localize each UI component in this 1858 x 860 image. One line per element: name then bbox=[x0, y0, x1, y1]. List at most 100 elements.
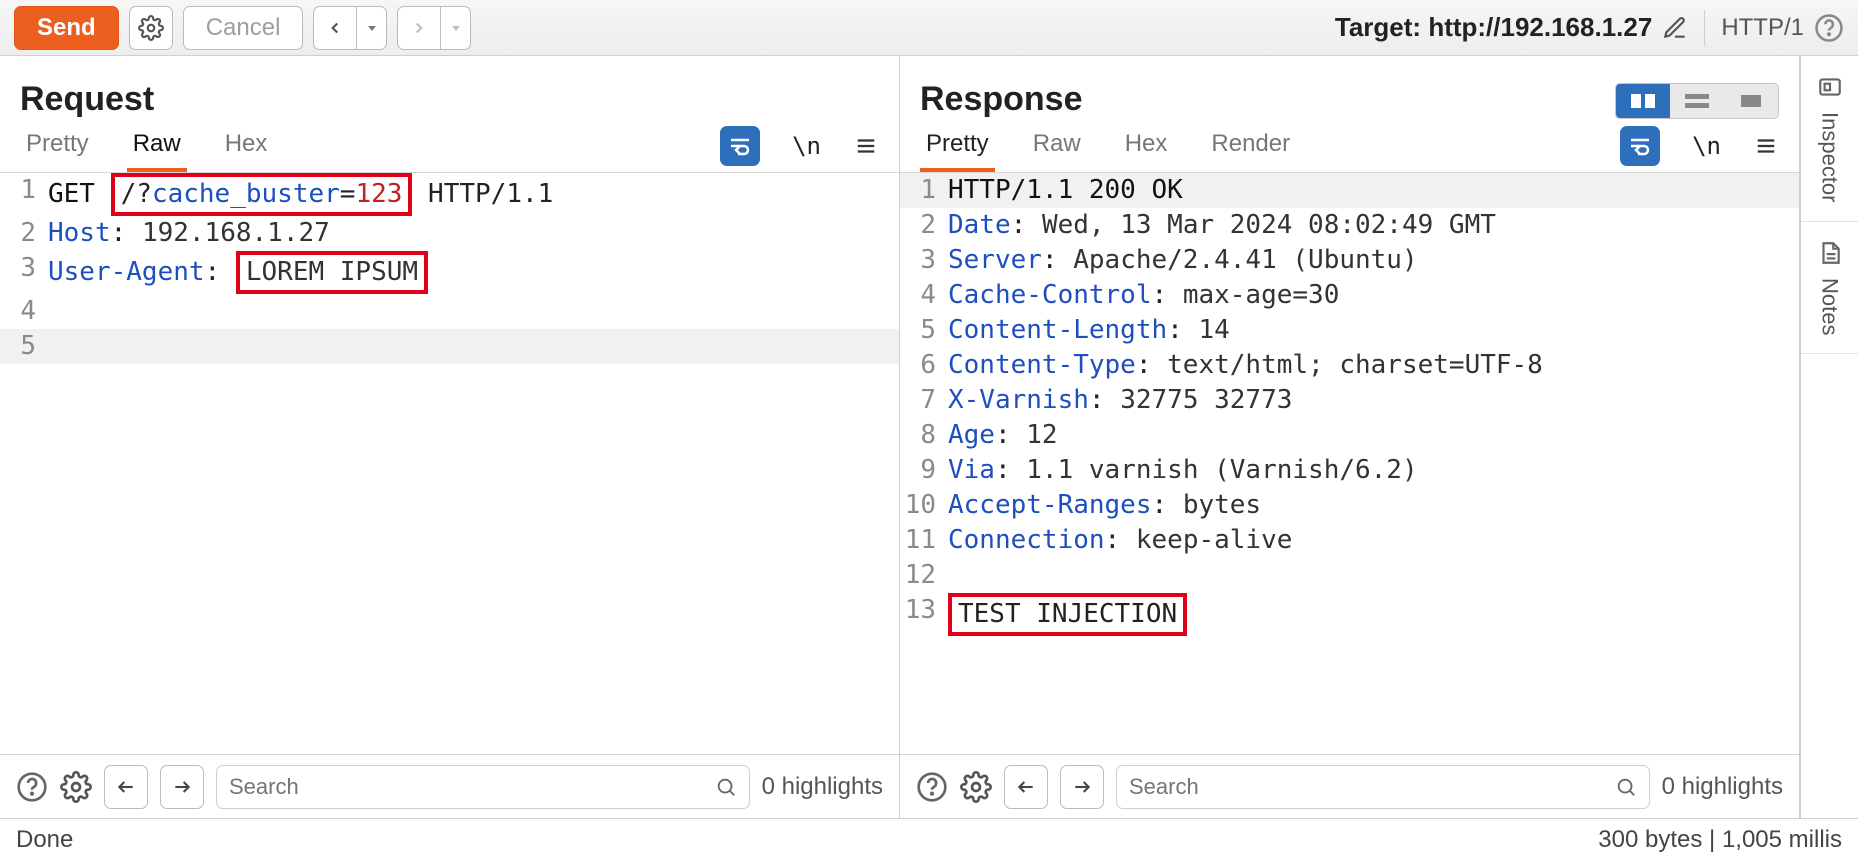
layout-columns-icon[interactable] bbox=[1616, 84, 1670, 118]
code-line[interactable]: 2Date: Wed, 13 Mar 2024 08:02:49 GMT bbox=[900, 208, 1799, 243]
line-code[interactable]: Content-Length: 14 bbox=[948, 313, 1799, 348]
line-code[interactable]: Date: Wed, 13 Mar 2024 08:02:49 GMT bbox=[948, 208, 1799, 243]
code-line[interactable]: 6Content-Type: text/html; charset=UTF-8 bbox=[900, 348, 1799, 383]
notes-tab[interactable]: Notes bbox=[1801, 222, 1858, 354]
search-icon bbox=[715, 776, 737, 798]
newline-label[interactable]: \n bbox=[1692, 132, 1721, 160]
tab-render[interactable]: Render bbox=[1205, 120, 1296, 172]
wrap-toggle[interactable] bbox=[720, 126, 760, 166]
history-back-button[interactable] bbox=[313, 6, 357, 50]
search-next-button[interactable] bbox=[160, 765, 204, 809]
code-line[interactable]: 5Content-Length: 14 bbox=[900, 313, 1799, 348]
top-toolbar: Send Cancel Target: http://192.168.1.27 … bbox=[0, 0, 1858, 56]
code-line[interactable]: 1GET /?cache_buster=123 HTTP/1.1 bbox=[0, 173, 899, 216]
divider bbox=[1704, 10, 1705, 46]
tab-hex[interactable]: Hex bbox=[219, 120, 274, 172]
code-line[interactable]: 4 bbox=[0, 294, 899, 329]
history-forward-button[interactable] bbox=[397, 6, 441, 50]
line-code[interactable]: TEST INJECTION bbox=[948, 593, 1799, 636]
code-line[interactable]: 8Age: 12 bbox=[900, 418, 1799, 453]
help-icon[interactable] bbox=[16, 771, 48, 803]
code-line[interactable]: 7X-Varnish: 32775 32773 bbox=[900, 383, 1799, 418]
settings-button[interactable] bbox=[129, 6, 173, 50]
response-tabs: Pretty Raw Hex Render \n bbox=[900, 119, 1799, 173]
search-prev-button[interactable] bbox=[104, 765, 148, 809]
tab-pretty[interactable]: Pretty bbox=[920, 120, 995, 172]
code-line[interactable]: 12 bbox=[900, 558, 1799, 593]
line-code[interactable]: Via: 1.1 varnish (Varnish/6.2) bbox=[948, 453, 1799, 488]
request-search[interactable] bbox=[216, 765, 750, 809]
line-code[interactable]: HTTP/1.1 200 OK bbox=[948, 173, 1799, 208]
cancel-button[interactable]: Cancel bbox=[183, 6, 304, 50]
response-editor[interactable]: 1HTTP/1.1 200 OK2Date: Wed, 13 Mar 2024 … bbox=[900, 173, 1799, 754]
send-button[interactable]: Send bbox=[14, 6, 119, 50]
line-code[interactable]: Cache-Control: max-age=30 bbox=[948, 278, 1799, 313]
line-code[interactable]: Connection: keep-alive bbox=[948, 523, 1799, 558]
arrow-left-icon bbox=[116, 777, 136, 797]
history-forward-menu[interactable] bbox=[441, 6, 471, 50]
line-code[interactable]: Accept-Ranges: bytes bbox=[948, 488, 1799, 523]
newline-label[interactable]: \n bbox=[792, 132, 821, 160]
tab-hex[interactable]: Hex bbox=[1119, 120, 1174, 172]
hamburger-icon[interactable] bbox=[1753, 135, 1779, 157]
line-code[interactable] bbox=[48, 329, 899, 364]
line-code[interactable]: Age: 12 bbox=[948, 418, 1799, 453]
line-code[interactable]: X-Varnish: 32775 32773 bbox=[948, 383, 1799, 418]
line-code[interactable]: Server: Apache/2.4.41 (Ubuntu) bbox=[948, 243, 1799, 278]
gear-icon[interactable] bbox=[960, 771, 992, 803]
layout-toggle[interactable] bbox=[1615, 83, 1779, 119]
line-code[interactable] bbox=[948, 558, 1799, 593]
line-code[interactable] bbox=[48, 294, 899, 329]
history-back-menu[interactable] bbox=[357, 6, 387, 50]
help-icon[interactable] bbox=[916, 771, 948, 803]
help-icon[interactable] bbox=[1814, 13, 1844, 43]
line-code[interactable]: Content-Type: text/html; charset=UTF-8 bbox=[948, 348, 1799, 383]
line-number: 10 bbox=[900, 488, 948, 523]
code-line[interactable]: 10Accept-Ranges: bytes bbox=[900, 488, 1799, 523]
gear-icon bbox=[138, 15, 164, 41]
response-search[interactable] bbox=[1116, 765, 1650, 809]
inspector-icon bbox=[1817, 74, 1843, 100]
line-number: 1 bbox=[0, 173, 48, 216]
notes-label: Notes bbox=[1817, 278, 1843, 335]
history-back-group bbox=[313, 6, 387, 50]
layout-rows-icon[interactable] bbox=[1670, 84, 1724, 118]
tab-pretty[interactable]: Pretty bbox=[20, 120, 95, 172]
request-panel: Request Pretty Raw Hex \n 1GET /?cache_b… bbox=[0, 56, 900, 818]
tab-raw[interactable]: Raw bbox=[127, 120, 187, 172]
caret-down-icon bbox=[366, 22, 378, 34]
request-editor[interactable]: 1GET /?cache_buster=123 HTTP/1.12Host: 1… bbox=[0, 173, 899, 754]
layout-single-icon[interactable] bbox=[1724, 84, 1778, 118]
line-number: 3 bbox=[900, 243, 948, 278]
code-line[interactable]: 11Connection: keep-alive bbox=[900, 523, 1799, 558]
code-line[interactable]: 3Server: Apache/2.4.41 (Ubuntu) bbox=[900, 243, 1799, 278]
wrap-icon bbox=[728, 136, 752, 156]
tab-raw[interactable]: Raw bbox=[1027, 120, 1087, 172]
search-input[interactable] bbox=[229, 774, 715, 800]
code-line[interactable]: 1HTTP/1.1 200 OK bbox=[900, 173, 1799, 208]
edit-target-icon[interactable] bbox=[1662, 15, 1688, 41]
hamburger-icon[interactable] bbox=[853, 135, 879, 157]
line-code[interactable]: User-Agent: LOREM IPSUM bbox=[48, 251, 899, 294]
code-line[interactable]: 13TEST INJECTION bbox=[900, 593, 1799, 636]
line-code[interactable]: GET /?cache_buster=123 HTTP/1.1 bbox=[48, 173, 899, 216]
search-next-button[interactable] bbox=[1060, 765, 1104, 809]
gear-icon[interactable] bbox=[60, 771, 92, 803]
search-prev-button[interactable] bbox=[1004, 765, 1048, 809]
notes-icon bbox=[1817, 240, 1843, 266]
target-url: http://192.168.1.27 bbox=[1428, 12, 1652, 42]
http-version-label[interactable]: HTTP/1 bbox=[1721, 14, 1804, 42]
code-line[interactable]: 3User-Agent: LOREM IPSUM bbox=[0, 251, 899, 294]
search-input[interactable] bbox=[1129, 774, 1615, 800]
wrap-toggle[interactable] bbox=[1620, 126, 1660, 166]
code-line[interactable]: 2Host: 192.168.1.27 bbox=[0, 216, 899, 251]
wrap-icon bbox=[1628, 136, 1652, 156]
line-number: 6 bbox=[900, 348, 948, 383]
code-line[interactable]: 9Via: 1.1 varnish (Varnish/6.2) bbox=[900, 453, 1799, 488]
code-line[interactable]: 4Cache-Control: max-age=30 bbox=[900, 278, 1799, 313]
inspector-tab[interactable]: Inspector bbox=[1801, 56, 1858, 222]
line-code[interactable]: Host: 192.168.1.27 bbox=[48, 216, 899, 251]
code-line[interactable]: 5 bbox=[0, 329, 899, 364]
response-footer: 0 highlights bbox=[900, 754, 1799, 818]
line-number: 2 bbox=[900, 208, 948, 243]
